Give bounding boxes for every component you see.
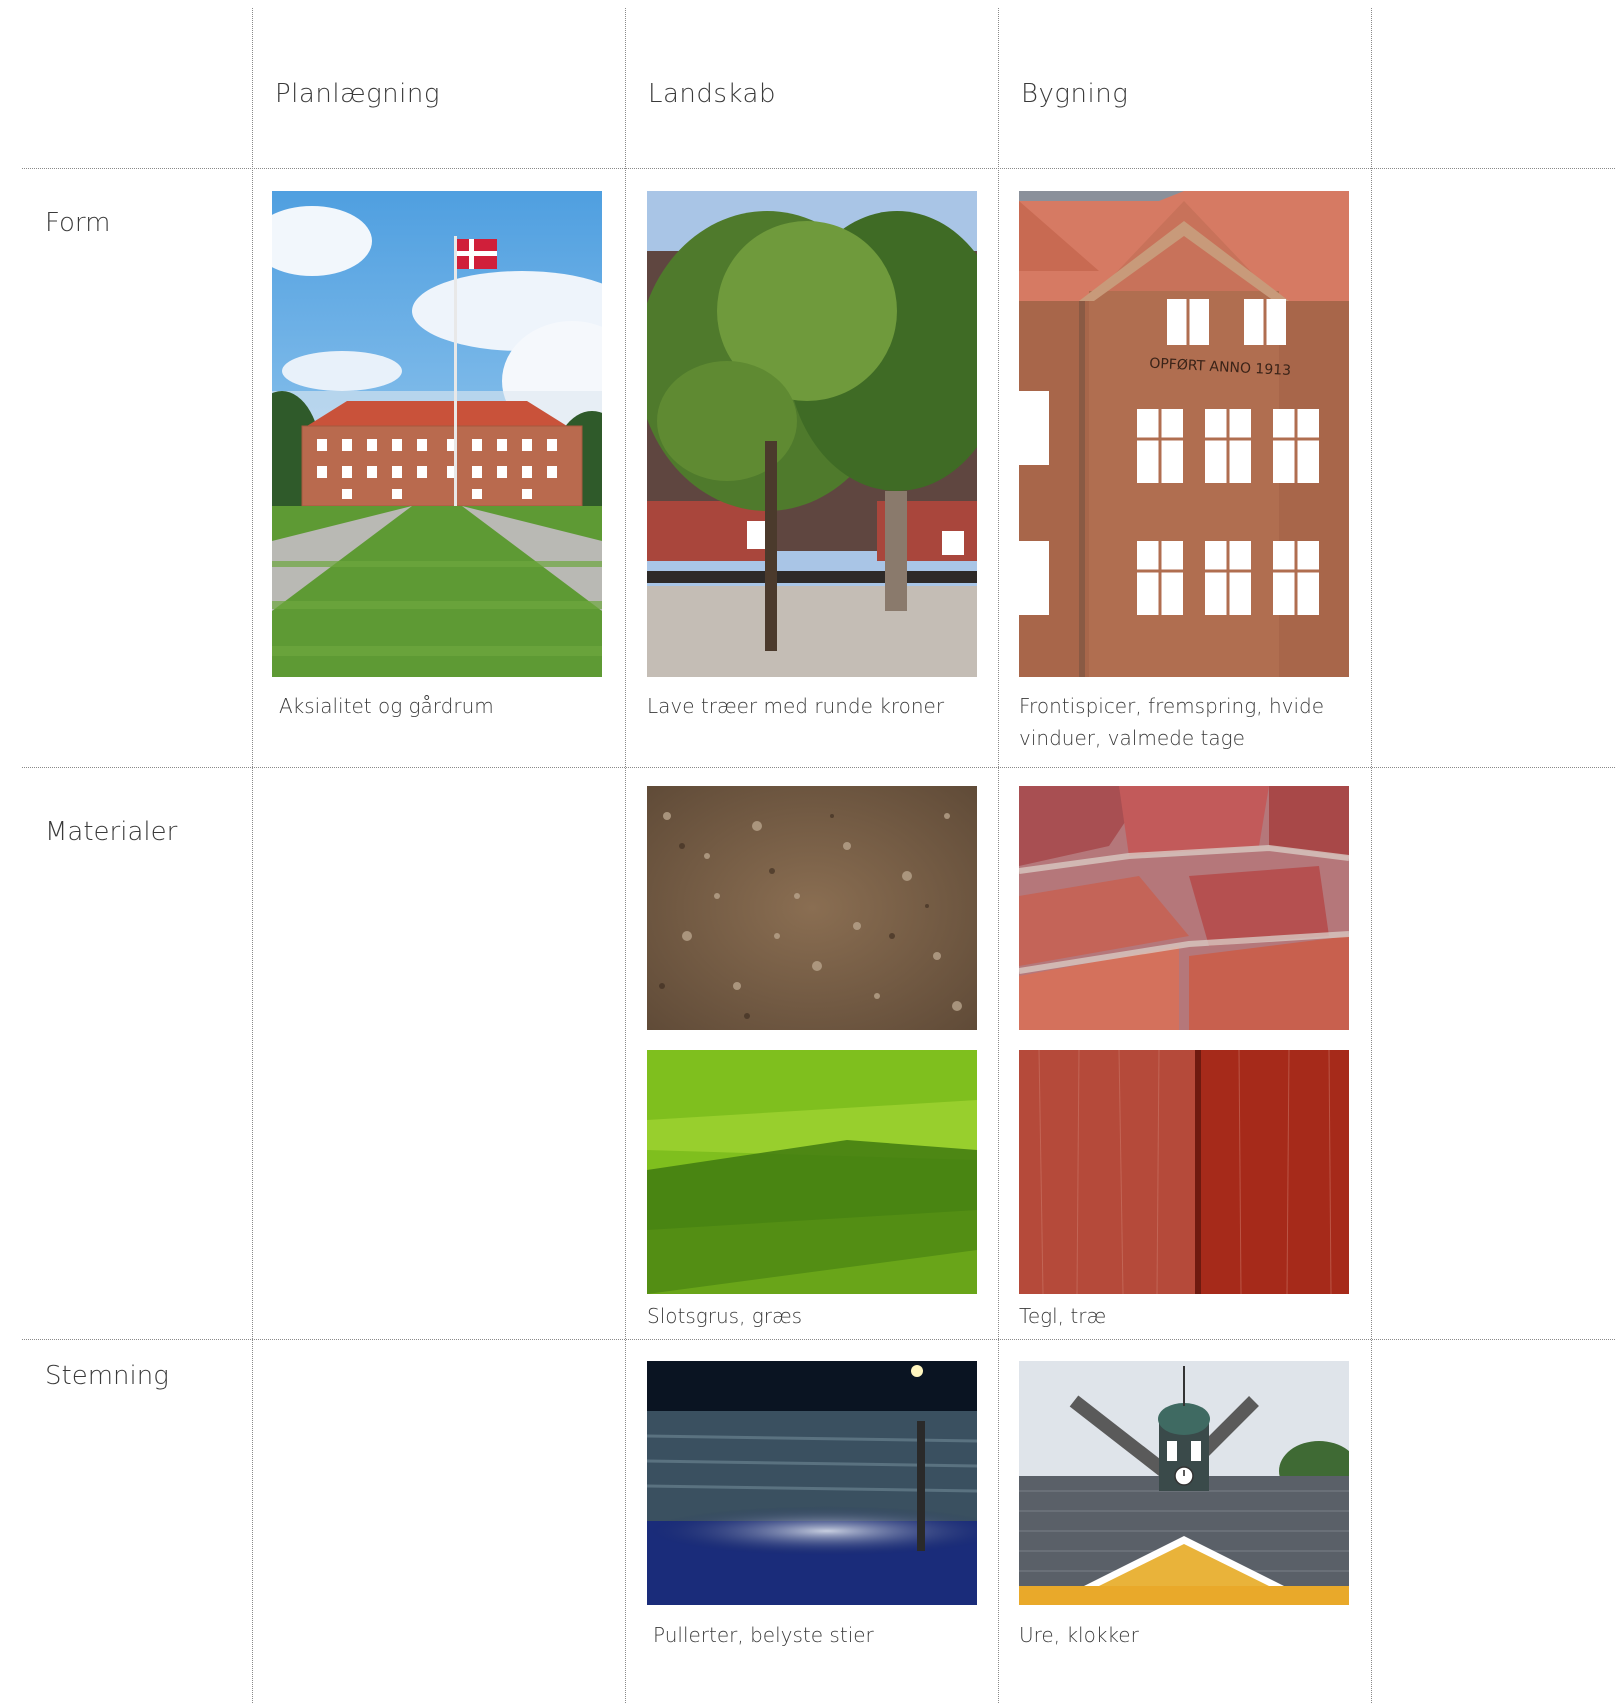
round-crowned-tree-photo (647, 191, 977, 677)
caption-materialer-landskab: Slotsgrus, græs (647, 1304, 803, 1328)
caption-materialer-bygning: Tegl, træ (1019, 1304, 1107, 1328)
grid-line-vertical-4 (1371, 8, 1372, 1703)
caption-stemning-landskab: Pullerter, belyste stier (653, 1623, 874, 1647)
red-wood-texture-photo (1019, 1050, 1349, 1294)
grass-texture-photo (647, 1050, 977, 1294)
row-heading-materialer: Materialer (45, 817, 178, 847)
caption-form-bygning-line-1: Frontispicer, fremspring, hvide (1019, 694, 1325, 718)
row-heading-form: Form (45, 208, 111, 238)
grid-line-vertical-3 (998, 8, 999, 1703)
caption-form-planlaegning: Aksialitet og gårdrum (279, 694, 494, 718)
grid-line-horizontal-3 (22, 1339, 1615, 1340)
column-heading-planlaegning: Planlægning (275, 79, 440, 109)
column-heading-landskab: Landskab (648, 79, 776, 109)
illuminated-path-bollard-photo (647, 1361, 977, 1605)
caption-form-bygning: Frontispicer, fremspring, hvide vinduer,… (1019, 690, 1324, 754)
column-heading-bygning: Bygning (1021, 79, 1129, 109)
courtyard-building-flag-photo (272, 191, 602, 677)
brick-wall-texture-photo (1019, 786, 1349, 1030)
row-heading-stemning: Stemning (45, 1361, 169, 1391)
grid-line-horizontal-1 (22, 168, 1615, 169)
clock-tower-roof-photo (1019, 1361, 1349, 1605)
gravel-texture-photo (647, 786, 977, 1030)
caption-stemning-bygning: Ure, klokker (1019, 1623, 1139, 1647)
grid-line-vertical-2 (625, 8, 626, 1703)
grid-line-vertical-1 (252, 8, 253, 1703)
brick-facade-frontispiece-photo: OPFØRT ANNO 1913 (1019, 191, 1349, 677)
caption-form-landskab: Lave træer med runde kroner (647, 694, 945, 718)
grid-line-horizontal-2 (22, 767, 1615, 768)
caption-form-bygning-line-2: vinduer, valmede tage (1019, 726, 1245, 750)
